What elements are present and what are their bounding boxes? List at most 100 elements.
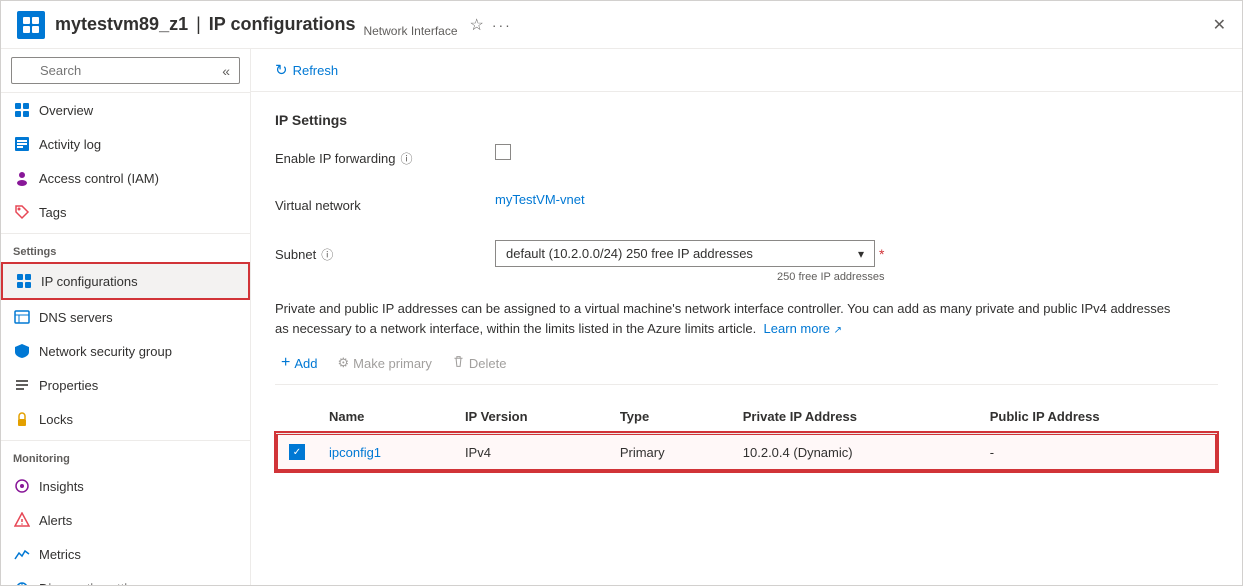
sidebar-item-properties[interactable]: Properties (1, 368, 250, 402)
sidebar-item-tags[interactable]: Tags (1, 195, 250, 229)
ip-settings-title: IP Settings (275, 112, 1218, 128)
table-row[interactable]: ✓ ipconfig1 IPv4 Primary (276, 433, 1217, 471)
enable-ip-forwarding-value (495, 144, 1218, 160)
ipconfig-link[interactable]: ipconfig1 (329, 445, 381, 460)
sidebar-nav: Overview Activity log Access control (IA… (1, 93, 250, 585)
search-input[interactable] (11, 57, 240, 84)
subnet-value: default (10.2.0.0/24) 250 free IP addres… (495, 240, 1218, 283)
sidebar-item-dns-servers[interactable]: DNS servers (1, 300, 250, 334)
tags-label: Tags (39, 205, 66, 220)
close-button[interactable]: ✕ (1213, 15, 1226, 35)
make-primary-button[interactable]: ⚙ Make primary (331, 351, 437, 375)
header-separator: | (196, 14, 201, 35)
row-private-ip-cell: 10.2.0.4 (Dynamic) (731, 433, 978, 471)
sidebar: 🔍 « Overview Activity log (1, 49, 251, 585)
make-primary-icon: ⚙ (337, 355, 349, 371)
tags-icon (13, 203, 31, 221)
overview-icon (13, 101, 31, 119)
sidebar-item-access-control[interactable]: Access control (IAM) (1, 161, 250, 195)
access-control-icon (13, 169, 31, 187)
sidebar-item-alerts[interactable]: Alerts (1, 503, 250, 537)
sidebar-collapse-icon[interactable]: « (222, 63, 230, 79)
alerts-icon (13, 511, 31, 529)
virtual-network-row: Virtual network myTestVM-vnet (275, 192, 1218, 224)
monitoring-section-label: Monitoring (1, 440, 250, 469)
vm-name: mytestvm89_z1 (55, 14, 188, 35)
external-link-icon: ↗ (834, 325, 842, 336)
diagnostic-settings-icon (13, 579, 31, 585)
overview-label: Overview (39, 103, 93, 118)
content-toolbar: ↻ Refresh (251, 49, 1242, 92)
more-options-icon[interactable]: ··· (492, 17, 512, 33)
delete-label: Delete (469, 356, 507, 371)
sidebar-item-ip-configurations[interactable]: IP configurations (1, 262, 250, 300)
ip-forwarding-checkbox[interactable] (495, 144, 511, 160)
dropdown-arrow-icon: ▾ (858, 247, 864, 261)
alerts-label: Alerts (39, 513, 72, 528)
row-ip-version-cell: IPv4 (453, 433, 608, 471)
activity-log-label: Activity log (39, 137, 101, 152)
ip-configurations-label: IP configurations (41, 274, 138, 289)
main-content: ↻ Refresh IP Settings Enable IP forwardi… (251, 49, 1242, 585)
page-title: IP configurations (209, 14, 356, 35)
locks-label: Locks (39, 412, 73, 427)
row-public-ip-cell: - (978, 433, 1217, 471)
col-ip-version: IP Version (453, 401, 608, 433)
locks-icon (13, 410, 31, 428)
add-icon: + (281, 354, 290, 372)
virtual-network-link[interactable]: myTestVM-vnet (495, 192, 585, 207)
header-actions: ☆ ··· (470, 15, 512, 35)
ip-configurations-icon (15, 272, 33, 290)
col-name: Name (317, 401, 453, 433)
subnet-dropdown[interactable]: default (10.2.0.0/24) 250 free IP addres… (495, 240, 875, 267)
row-checkbox-cell: ✓ (276, 433, 317, 471)
ip-configurations-table: Name IP Version Type Private IP Address … (275, 401, 1218, 472)
settings-section-label: Settings (1, 233, 250, 262)
activity-log-icon (13, 135, 31, 153)
refresh-button[interactable]: ↻ Refresh (275, 57, 338, 83)
row-name-cell: ipconfig1 (317, 433, 453, 471)
app-header: mytestvm89_z1 | IP configurations Networ… (1, 1, 1242, 49)
row-type-cell: Primary (608, 433, 731, 471)
app-icon (17, 11, 45, 39)
header-subtitle: Network Interface (363, 24, 457, 40)
subnet-info-icon: ⓘ (321, 246, 333, 263)
content-body: IP Settings Enable IP forwarding ⓘ Virtu… (251, 92, 1242, 585)
add-label: Add (294, 356, 317, 371)
subnet-dropdown-text: default (10.2.0.0/24) 250 free IP addres… (506, 246, 850, 261)
sidebar-item-overview[interactable]: Overview (1, 93, 250, 127)
action-bar: + Add ⚙ Make primary Delete (275, 350, 1218, 385)
col-type: Type (608, 401, 731, 433)
make-primary-label: Make primary (353, 356, 432, 371)
subnet-hint: 250 free IP addresses (495, 271, 884, 283)
diagnostic-settings-label: Diagnostic settings (39, 581, 148, 586)
insights-label: Insights (39, 479, 84, 494)
access-control-label: Access control (IAM) (39, 171, 159, 186)
network-security-group-label: Network security group (39, 344, 172, 359)
sidebar-search-container: 🔍 « (1, 49, 250, 93)
col-public-ip: Public IP Address (978, 401, 1217, 433)
enable-ip-forwarding-label: Enable IP forwarding ⓘ (275, 144, 495, 167)
col-private-ip: Private IP Address (731, 401, 978, 433)
sidebar-item-network-security-group[interactable]: Network security group (1, 334, 250, 368)
sidebar-item-metrics[interactable]: Metrics (1, 537, 250, 571)
sidebar-item-insights[interactable]: Insights (1, 469, 250, 503)
metrics-icon (13, 545, 31, 563)
subnet-label: Subnet ⓘ (275, 240, 495, 263)
virtual-network-value: myTestVM-vnet (495, 192, 1218, 207)
learn-more-link[interactable]: Learn more ↗ (764, 321, 843, 336)
properties-icon (13, 376, 31, 394)
refresh-icon: ↻ (275, 61, 288, 79)
sidebar-item-locks[interactable]: Locks (1, 402, 250, 436)
properties-label: Properties (39, 378, 98, 393)
metrics-label: Metrics (39, 547, 81, 562)
add-button[interactable]: + Add (275, 350, 323, 376)
sidebar-item-diagnostic-settings[interactable]: Diagnostic settings (1, 571, 250, 585)
sidebar-item-activity-log[interactable]: Activity log (1, 127, 250, 161)
delete-icon (452, 355, 465, 371)
dns-servers-icon (13, 308, 31, 326)
favorite-icon[interactable]: ☆ (470, 15, 484, 35)
delete-button[interactable]: Delete (446, 351, 513, 375)
info-text: Private and public IP addresses can be a… (275, 299, 1175, 338)
row-checkbox[interactable]: ✓ (289, 444, 305, 460)
